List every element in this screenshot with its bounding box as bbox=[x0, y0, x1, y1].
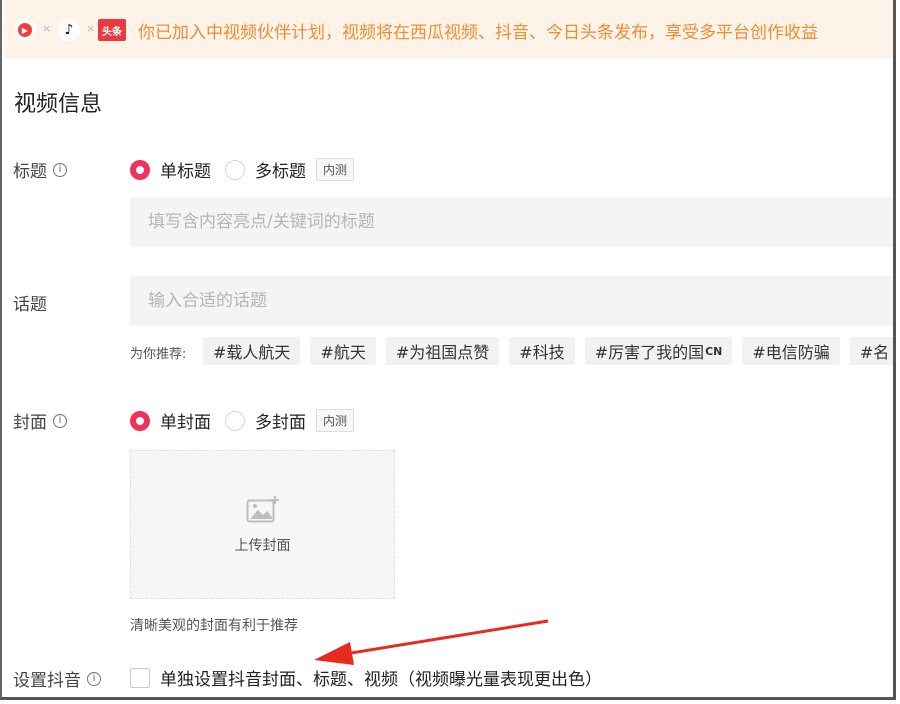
topic-tag[interactable]: #载人航天 bbox=[203, 337, 301, 365]
topic-tag[interactable]: #航天 bbox=[310, 337, 376, 365]
multi-title-label: 多标题 bbox=[255, 162, 306, 182]
douyin-setting-label-text: 设置抖音 bbox=[13, 671, 81, 691]
radio-unchecked-icon[interactable] bbox=[225, 410, 245, 431]
title-label: 标题 i bbox=[13, 157, 67, 182]
info-icon[interactable]: i bbox=[53, 413, 67, 428]
topic-tag[interactable]: #为祖国点赞 bbox=[385, 337, 500, 365]
radio-unchecked-icon[interactable] bbox=[225, 159, 245, 180]
info-icon[interactable]: i bbox=[87, 671, 101, 686]
recommended-tags: #载人航天 #航天 #为祖国点赞 #科技 #厉害了我的国 CN #电信防骗 #名 bbox=[203, 337, 893, 365]
topic-input[interactable] bbox=[130, 276, 893, 326]
cover-hint: 清晰美观的封面有利于推荐 bbox=[130, 618, 298, 634]
douyin-separate-checkbox[interactable] bbox=[130, 667, 150, 688]
toutiao-logo-icon: 头条 bbox=[98, 19, 126, 41]
window-frame: ▶ × ♪ × 头条 你已加入中视频伙伴计划，视频将在西瓜视频、抖音、今日头条发… bbox=[0, 0, 896, 700]
section-title: 视频信息 bbox=[14, 92, 103, 117]
topic-tag-text: #厉害了我的国 bbox=[594, 343, 705, 362]
title-label-text: 标题 bbox=[13, 162, 47, 182]
times-icon: × bbox=[42, 22, 52, 35]
single-cover-label: 单封面 bbox=[160, 413, 211, 433]
xigua-logo-icon: ▶ bbox=[14, 19, 36, 41]
douyin-separate-setting[interactable]: 单独设置抖音封面、标题、视频（视频曝光量表现更出色） bbox=[130, 665, 602, 690]
topic-label: 话题 bbox=[13, 290, 47, 315]
recommend-label: 为你推荐: bbox=[130, 347, 187, 362]
douyin-logo-icon: ♪ bbox=[58, 19, 80, 41]
single-title-label: 单标题 bbox=[160, 162, 211, 182]
partner-plan-banner: ▶ × ♪ × 头条 你已加入中视频伙伴计划，视频将在西瓜视频、抖音、今日头条发… bbox=[4, 0, 893, 58]
multi-cover-radio[interactable]: 多封面 bbox=[225, 408, 306, 433]
single-title-radio[interactable]: 单标题 bbox=[130, 157, 211, 182]
single-cover-radio[interactable]: 单封面 bbox=[130, 408, 211, 433]
upload-cover-label: 上传封面 bbox=[234, 537, 291, 554]
title-mode-radio-group: 单标题 多标题 内测 bbox=[130, 157, 355, 182]
banner-text: 你已加入中视频伙伴计划，视频将在西瓜视频、抖音、今日头条发布，享受多平台创作收益 bbox=[138, 23, 818, 43]
cn-suffix: CN bbox=[705, 344, 723, 358]
beta-badge: 内测 bbox=[316, 409, 355, 432]
add-image-icon bbox=[246, 495, 279, 522]
multi-cover-label: 多封面 bbox=[255, 413, 306, 433]
douyin-setting-label: 设置抖音 i bbox=[13, 666, 101, 691]
info-icon[interactable]: i bbox=[53, 162, 67, 177]
topic-tag[interactable]: #名 bbox=[849, 337, 893, 365]
upload-cover-area[interactable]: 上传封面 bbox=[130, 450, 395, 599]
cover-mode-radio-group: 单封面 多封面 内测 bbox=[130, 408, 355, 433]
beta-badge: 内测 bbox=[316, 158, 355, 181]
radio-checked-icon[interactable] bbox=[130, 410, 150, 431]
title-input[interactable] bbox=[130, 197, 893, 247]
douyin-separate-label: 单独设置抖音封面、标题、视频（视频曝光量表现更出色） bbox=[160, 670, 602, 690]
cover-label: 封面 i bbox=[13, 408, 67, 433]
multi-title-radio[interactable]: 多标题 bbox=[225, 157, 306, 182]
topic-tag[interactable]: #厉害了我的国 CN bbox=[584, 337, 733, 365]
topic-tag[interactable]: #电信防骗 bbox=[742, 337, 840, 365]
cover-label-text: 封面 bbox=[13, 413, 47, 433]
topic-tag[interactable]: #科技 bbox=[509, 337, 575, 365]
topic-label-text: 话题 bbox=[13, 295, 47, 315]
radio-checked-icon[interactable] bbox=[130, 159, 150, 180]
times-icon: × bbox=[86, 22, 96, 35]
